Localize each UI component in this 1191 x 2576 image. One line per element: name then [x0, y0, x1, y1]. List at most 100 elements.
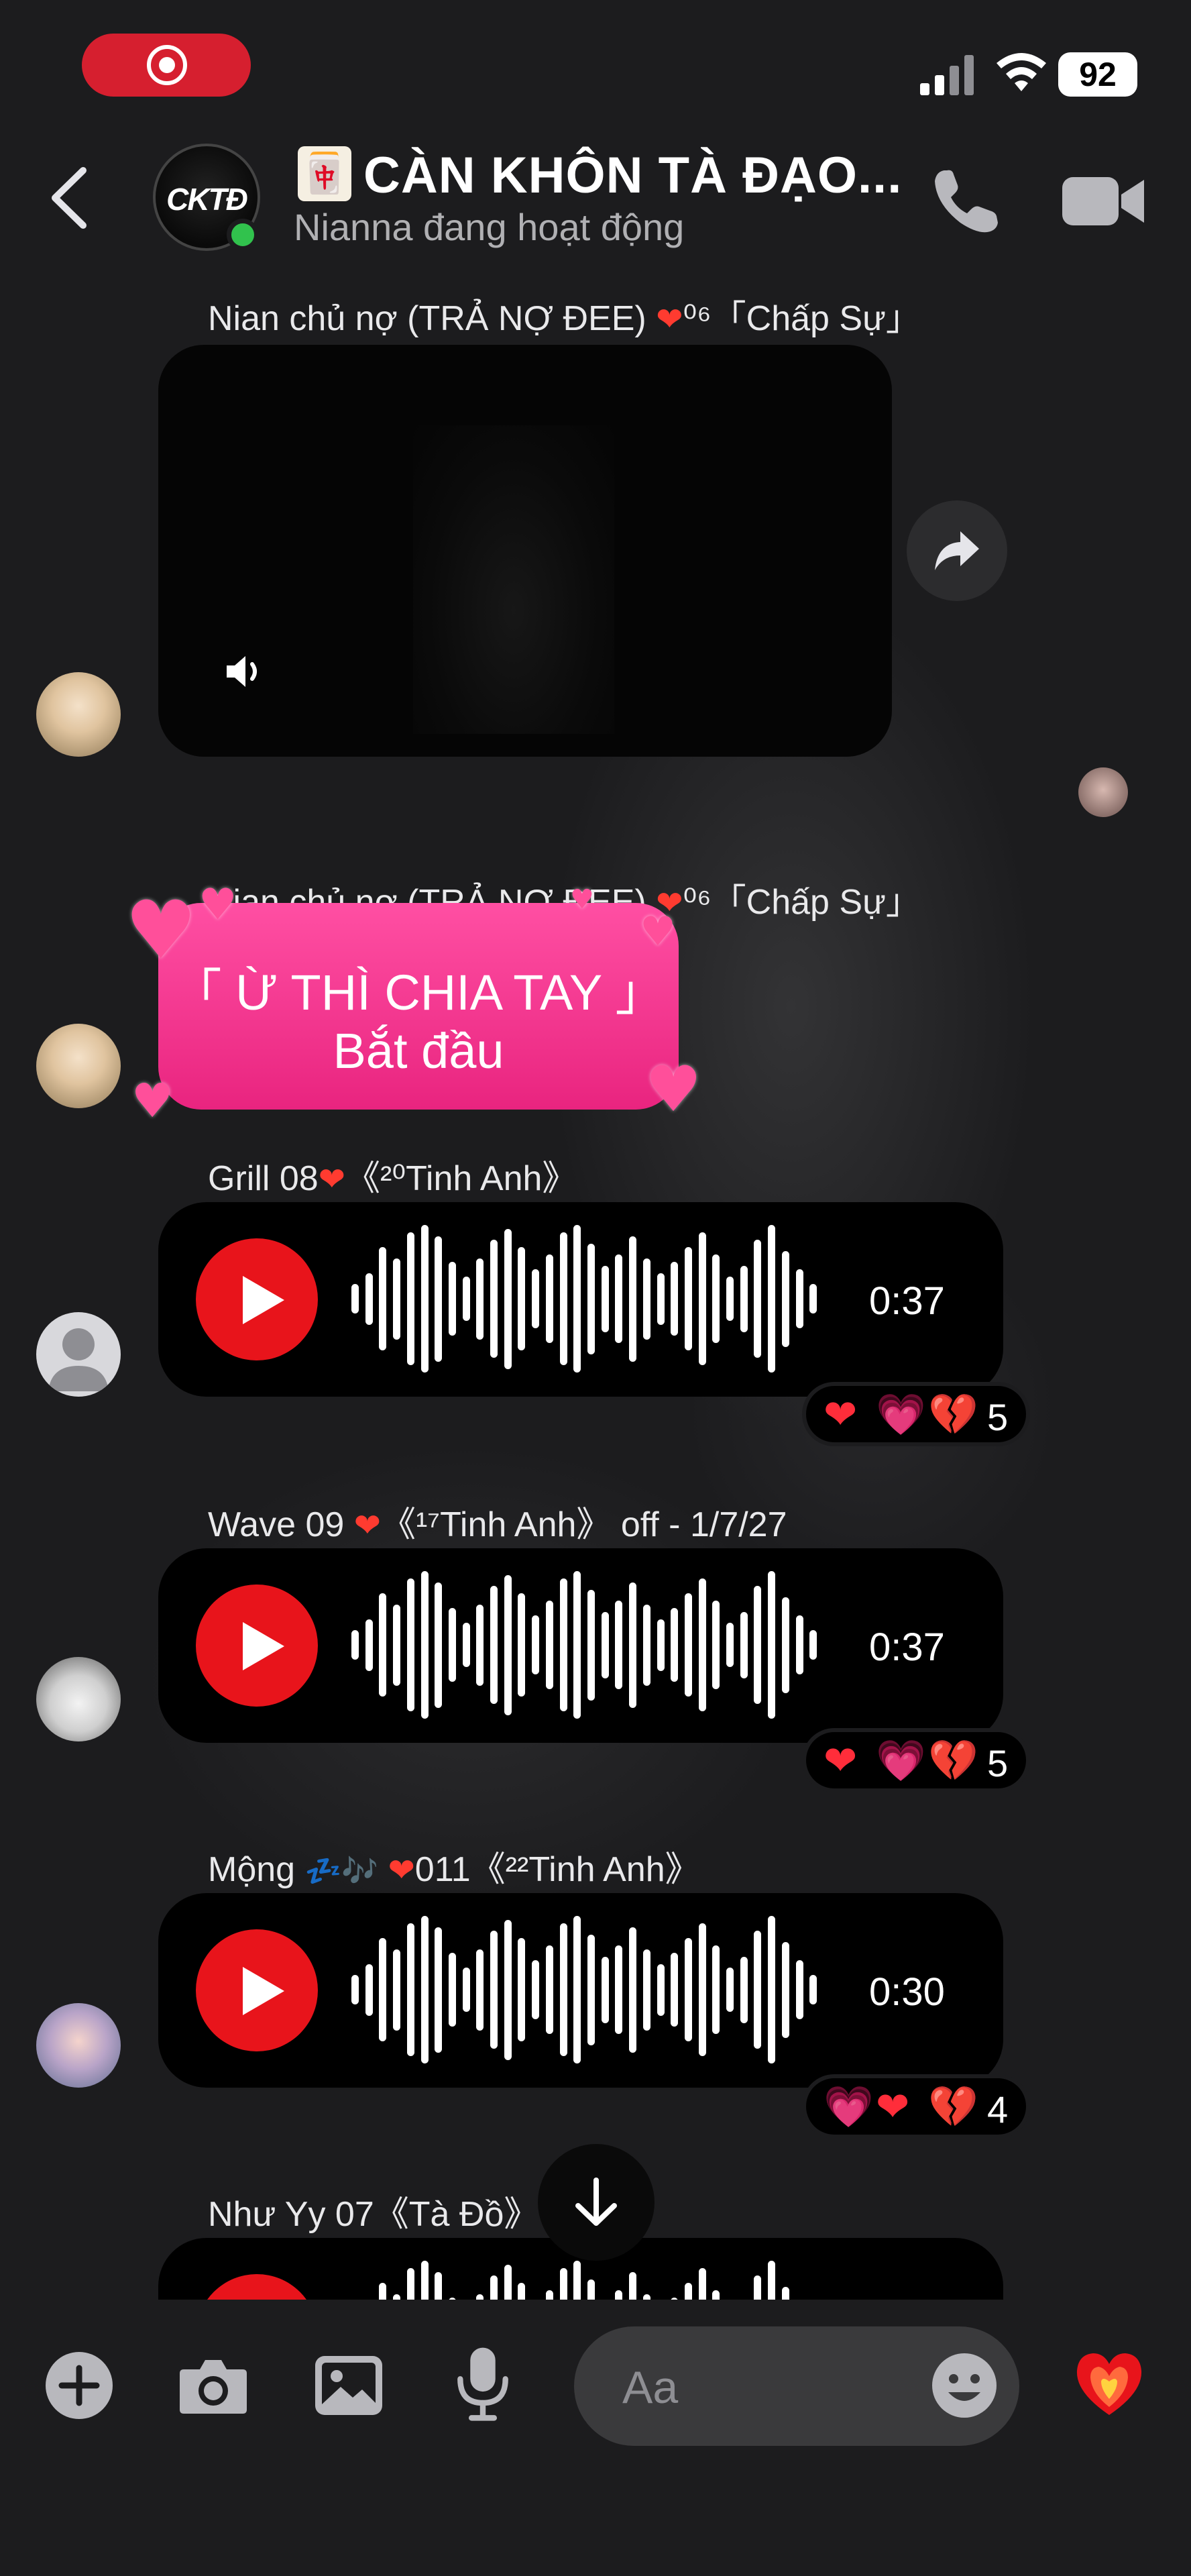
waveform-bar [504, 1574, 512, 1715]
chat-title[interactable]: CÀN KHÔN TÀ ĐẠO... [363, 146, 902, 205]
waveform-bar [712, 2290, 720, 2300]
smiley-icon[interactable] [929, 2351, 999, 2420]
waveform-bar [435, 1927, 443, 2053]
waveform-bar [545, 1945, 553, 2034]
message-text: 「 Ừ THÌ CHIA TAY 」 [172, 965, 665, 1020]
fire-heart-icon: ❤ [656, 301, 683, 338]
default-user-icon [48, 1328, 109, 1391]
waveform-bar [768, 1225, 776, 1373]
heart-reaction-icon: ❤ [876, 2084, 910, 2131]
waveform-bar [795, 1960, 803, 2019]
waveform-bar [768, 2261, 776, 2300]
scroll-to-bottom-button[interactable] [538, 2144, 655, 2261]
waveform-bar [435, 1582, 443, 1708]
voice-waveform [351, 1916, 824, 2063]
back-chevron-icon[interactable] [40, 161, 101, 235]
read-receipt-avatar [1078, 767, 1128, 817]
reactions-summary[interactable]: 💗 ❤ 💔 4 [802, 2074, 1030, 2139]
waveform-bar [629, 1582, 637, 1708]
fire-heart-icon[interactable] [1072, 2345, 1147, 2420]
fire-heart-icon: ❤ [388, 1851, 415, 1889]
waveform-bar [476, 1949, 484, 2031]
mahjong-icon: 🀄 [298, 146, 351, 201]
waveform-bar [518, 1593, 526, 1697]
pink-heart-reaction-icon: 💗 [876, 1391, 926, 1438]
cellular-signal-icon [920, 55, 974, 95]
waveform-bar [587, 2279, 595, 2300]
waveform-bar [712, 1601, 720, 1689]
video-message[interactable] [158, 345, 892, 757]
reactions-summary[interactable]: ❤ 💗 💔 5 [802, 1382, 1030, 1446]
waveform-bar [726, 1968, 734, 2012]
reaction-count: 5 [987, 1396, 1009, 1438]
share-button[interactable] [907, 500, 1007, 601]
sender-avatar[interactable] [36, 1657, 121, 1741]
sender-avatar[interactable] [36, 1024, 121, 1108]
waveform-bar [726, 1623, 734, 1667]
waveform-bar [587, 1243, 595, 1354]
message-input[interactable] [621, 2353, 905, 2422]
waveform-bar [698, 1578, 706, 1711]
photo-icon[interactable] [310, 2347, 388, 2424]
waveform-bar [518, 1938, 526, 2041]
waveform-bar [629, 1927, 637, 2053]
heart-decoration-icon: ♥ [570, 884, 594, 915]
waveform-bar [781, 1941, 789, 2038]
play-button[interactable] [196, 1238, 318, 1360]
waveform-bar [642, 1949, 650, 2031]
phone-icon[interactable] [929, 164, 1003, 237]
waveform-bar [781, 1250, 789, 1347]
waveform-bar [629, 2271, 637, 2300]
waveform-bar [698, 1232, 706, 1365]
waveform-bar [768, 1571, 776, 1719]
video-camera-icon[interactable] [1060, 168, 1147, 235]
waveform-bar [573, 1916, 581, 2063]
waveform-bar [657, 1273, 665, 1325]
waveform-bar [406, 1923, 414, 2056]
microphone-icon[interactable] [444, 2344, 522, 2422]
reactions-summary[interactable]: ❤ 💗 💔 5 [802, 1728, 1030, 1792]
fire-heart-icon: ❤ [353, 1507, 381, 1544]
voice-duration: 0:37 [869, 1279, 945, 1323]
sender-avatar[interactable] [36, 672, 121, 757]
heart-decoration-icon: ♥ [125, 884, 197, 977]
record-icon [147, 45, 187, 85]
waveform-bar [532, 1269, 540, 1328]
waveform-bar [435, 1236, 443, 1362]
waveform-bar [476, 1258, 484, 1340]
waveform-bar [684, 1938, 692, 2041]
plus-circle-icon[interactable] [40, 2347, 118, 2424]
waveform-bar [781, 1597, 789, 1693]
waveform-bar [754, 2275, 762, 2300]
waveform-bar [726, 1277, 734, 1321]
waveform-bar [379, 1247, 387, 1350]
waveform-bar [615, 1601, 623, 1689]
waveform-bar [809, 1630, 817, 1660]
waveform-bar [559, 2268, 567, 2300]
waveform-bar [420, 2261, 429, 2300]
waveform-bar [379, 1938, 387, 2041]
voice-waveform [351, 1225, 824, 1373]
camera-icon[interactable] [174, 2347, 252, 2424]
arrow-down-icon [575, 2178, 617, 2226]
waveform-bar [684, 1593, 692, 1697]
waveform-bar [545, 1601, 553, 1689]
waveform-bar [406, 1578, 414, 1711]
play-button[interactable] [196, 1585, 318, 1707]
message-sender: Nian chủ nợ (TRẢ NỢ ĐEE) ❤⁰⁶「Chấp Sự」 [208, 299, 921, 338]
waveform-bar [365, 1273, 373, 1325]
waveform-bar [795, 1269, 803, 1328]
waveform-bar [476, 1604, 484, 1686]
waveform-bar [657, 1619, 665, 1671]
pink-heart-reaction-icon: 💗 [876, 1737, 926, 1784]
waveform-bar [545, 2290, 553, 2300]
play-button[interactable] [196, 1929, 318, 2051]
message-sender: Grill 08❤《²⁰Tinh Anh》 [208, 1159, 577, 1198]
waveform-bar [754, 1240, 762, 1358]
broken-heart-reaction-icon: 💔 [928, 2084, 978, 2131]
waveform-bar [351, 1975, 359, 2004]
sender-avatar[interactable] [36, 1312, 121, 1397]
waveform-bar [740, 1611, 748, 1678]
sender-avatar[interactable] [36, 2003, 121, 2088]
speaker-icon[interactable] [221, 648, 268, 695]
